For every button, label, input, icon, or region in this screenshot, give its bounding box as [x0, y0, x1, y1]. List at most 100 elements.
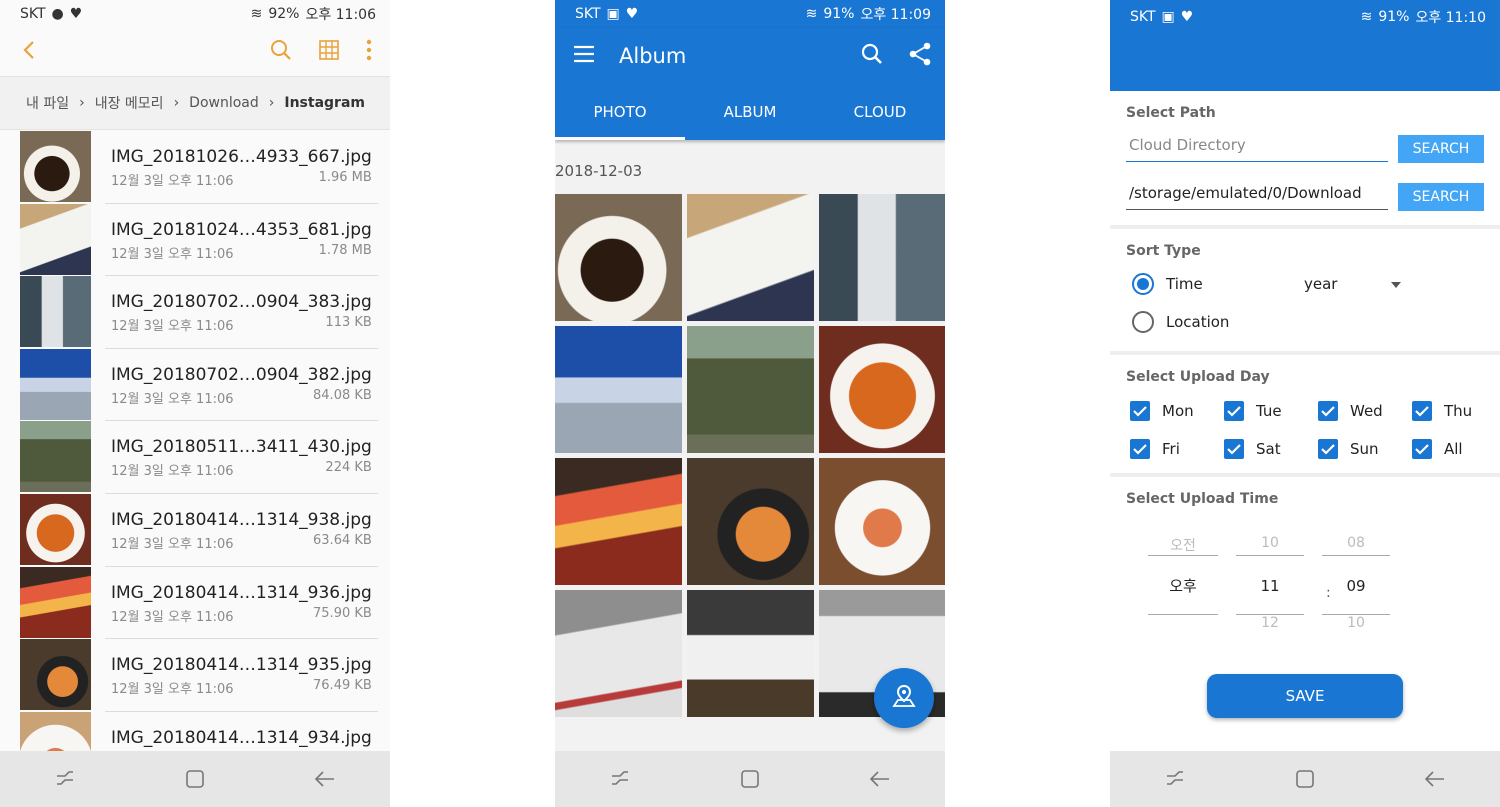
carrier-label: SKT — [1130, 9, 1156, 25]
day-label: Wed — [1350, 402, 1383, 420]
day-checkbox-thu[interactable]: Thu — [1412, 401, 1500, 421]
search-icon[interactable] — [861, 43, 883, 69]
hour-picker[interactable]: 10 11 12 — [1236, 535, 1304, 635]
file-info: IMG_20181024…4353_681.jpg 12월 3일 오후 11:0… — [105, 204, 378, 277]
thumbnail-image — [20, 493, 91, 565]
grid-view-icon[interactable] — [318, 39, 340, 65]
thumbnail-image — [20, 711, 91, 751]
photo-thumbnail[interactable] — [819, 326, 945, 453]
file-size: 76.49 KB — [313, 678, 372, 694]
day-checkbox-fri[interactable]: Fri — [1130, 439, 1224, 459]
day-checkbox-mon[interactable]: Mon — [1130, 401, 1224, 421]
file-row[interactable]: IMG_20180414…1314_936.jpg 12월 3일 오후 11:0… — [0, 566, 390, 640]
save-button[interactable]: SAVE — [1207, 674, 1403, 718]
dropdown-value: year — [1304, 275, 1338, 293]
minute-next: 10 — [1347, 615, 1365, 631]
thumbnail-image — [20, 131, 91, 202]
recent-apps-icon[interactable] — [1155, 759, 1195, 799]
file-info: IMG_20180702…0904_382.jpg 12월 3일 오후 11:0… — [105, 349, 378, 422]
checkbox-checked-icon — [1412, 401, 1432, 421]
ampm-picker[interactable]: 오전 오후 — [1148, 535, 1218, 635]
cloud-directory-input[interactable]: Cloud Directory — [1126, 136, 1388, 162]
photo-thumbnail[interactable] — [687, 194, 814, 321]
breadcrumb-item[interactable]: 내장 메모리 — [95, 93, 164, 113]
file-row[interactable]: IMG_20180511…3411_430.jpg 12월 3일 오후 11:0… — [0, 421, 390, 494]
photo-thumbnail[interactable] — [555, 194, 682, 321]
clock-label: 오후 11:10 — [1415, 10, 1486, 26]
share-icon[interactable] — [909, 42, 931, 70]
day-checkbox-sun[interactable]: Sun — [1318, 439, 1412, 459]
file-row[interactable]: IMG_20180414…1314_938.jpg 12월 3일 오후 11:0… — [0, 493, 390, 567]
file-row[interactable]: IMG_20180414…1314_935.jpg 12월 3일 오후 11:0… — [0, 639, 390, 712]
checkbox-checked-icon — [1224, 439, 1244, 459]
back-nav-icon[interactable] — [1415, 759, 1455, 799]
breadcrumb-item[interactable]: Download — [189, 95, 259, 111]
chevron-right-icon: › — [173, 95, 180, 111]
day-checkbox-sat[interactable]: Sat — [1224, 439, 1318, 459]
photo-thumbnail[interactable] — [687, 458, 814, 585]
day-label: All — [1444, 440, 1463, 458]
search-icon[interactable] — [270, 39, 292, 65]
app-bar: Album PHOTO ALBUM CLOUD — [555, 28, 945, 140]
photo-thumbnail[interactable] — [555, 458, 682, 585]
battery-label: 91% — [823, 6, 855, 22]
file-row[interactable]: IMG_20180702…0904_382.jpg 12월 3일 오후 11:0… — [0, 348, 390, 422]
time-radio[interactable] — [1132, 273, 1154, 295]
photo-thumbnail[interactable] — [819, 458, 945, 585]
location-radio[interactable] — [1132, 311, 1154, 333]
file-row[interactable]: IMG_20180702…0904_383.jpg 12월 3일 오후 11:0… — [0, 276, 390, 349]
photo-thumbnail[interactable] — [819, 194, 945, 321]
cloud-search-button[interactable]: SEARCH — [1398, 135, 1484, 163]
file-date: 12월 3일 오후 11:06 — [111, 464, 234, 480]
file-info: IMG_20180511…3411_430.jpg 12월 3일 오후 11:0… — [105, 421, 378, 494]
menu-icon[interactable] — [573, 45, 595, 67]
file-name: IMG_20180414…1314_935.jpg — [111, 655, 372, 676]
breadcrumb-item[interactable]: 내 파일 — [26, 93, 69, 113]
file-row[interactable]: IMG_20180414…1314_934.jpg — [0, 711, 390, 751]
photo-thumbnail[interactable] — [555, 590, 682, 717]
more-options-icon[interactable] — [366, 39, 372, 65]
day-checkbox-tue[interactable]: Tue — [1224, 401, 1318, 421]
tab-album[interactable]: ALBUM — [685, 84, 815, 140]
file-row[interactable]: IMG_20181024…4353_681.jpg 12월 3일 오후 11:0… — [0, 203, 390, 277]
tab-photo[interactable]: PHOTO — [555, 84, 685, 140]
carrier-label: SKT — [20, 6, 46, 22]
carrier-label: SKT — [575, 6, 601, 22]
ampm-prev: 오전 — [1170, 538, 1196, 554]
photo-thumbnail[interactable] — [555, 326, 682, 453]
photo-grid — [555, 194, 945, 717]
back-nav-icon[interactable] — [305, 759, 345, 799]
home-icon[interactable] — [1285, 759, 1325, 799]
chevron-down-icon — [1390, 275, 1402, 293]
recent-apps-icon[interactable] — [45, 759, 85, 799]
file-row[interactable]: IMG_20181026…4933_667.jpg 12월 3일 오후 11:0… — [0, 131, 390, 204]
day-label: Thu — [1444, 402, 1473, 420]
local-path-input[interactable]: /storage/emulated/0/Download — [1126, 184, 1388, 210]
home-icon[interactable] — [175, 759, 215, 799]
file-date: 12월 3일 오후 11:06 — [111, 319, 234, 335]
day-checkbox-all[interactable]: All — [1412, 439, 1500, 459]
file-size: 84.08 KB — [313, 387, 372, 403]
tab-cloud[interactable]: CLOUD — [815, 84, 945, 140]
clock-label: 오후 11:06 — [305, 7, 376, 23]
sort-unit-dropdown[interactable]: year — [1304, 275, 1402, 293]
hour-next: 12 — [1261, 615, 1279, 631]
local-search-button[interactable]: SEARCH — [1398, 183, 1484, 211]
back-icon[interactable] — [22, 40, 36, 64]
map-fab-button[interactable] — [874, 668, 934, 728]
home-icon[interactable] — [730, 759, 770, 799]
thumbnail-image — [20, 348, 91, 420]
wifi-icon: ≋ — [805, 6, 818, 22]
back-nav-icon[interactable] — [860, 759, 900, 799]
clock-label: 오후 11:09 — [860, 7, 931, 23]
day-checkbox-wed[interactable]: Wed — [1318, 401, 1412, 421]
checkbox-checked-icon — [1412, 439, 1432, 459]
recent-apps-icon[interactable] — [600, 759, 640, 799]
day-label: Fri — [1162, 440, 1180, 458]
system-nav-bar — [0, 751, 390, 807]
file-info: IMG_20180414…1314_935.jpg 12월 3일 오후 11:0… — [105, 639, 378, 712]
photo-thumbnail[interactable] — [687, 590, 814, 717]
minute-picker[interactable]: 08 09 10 — [1322, 535, 1390, 635]
thumbnail-image — [20, 639, 91, 711]
photo-thumbnail[interactable] — [687, 326, 814, 453]
